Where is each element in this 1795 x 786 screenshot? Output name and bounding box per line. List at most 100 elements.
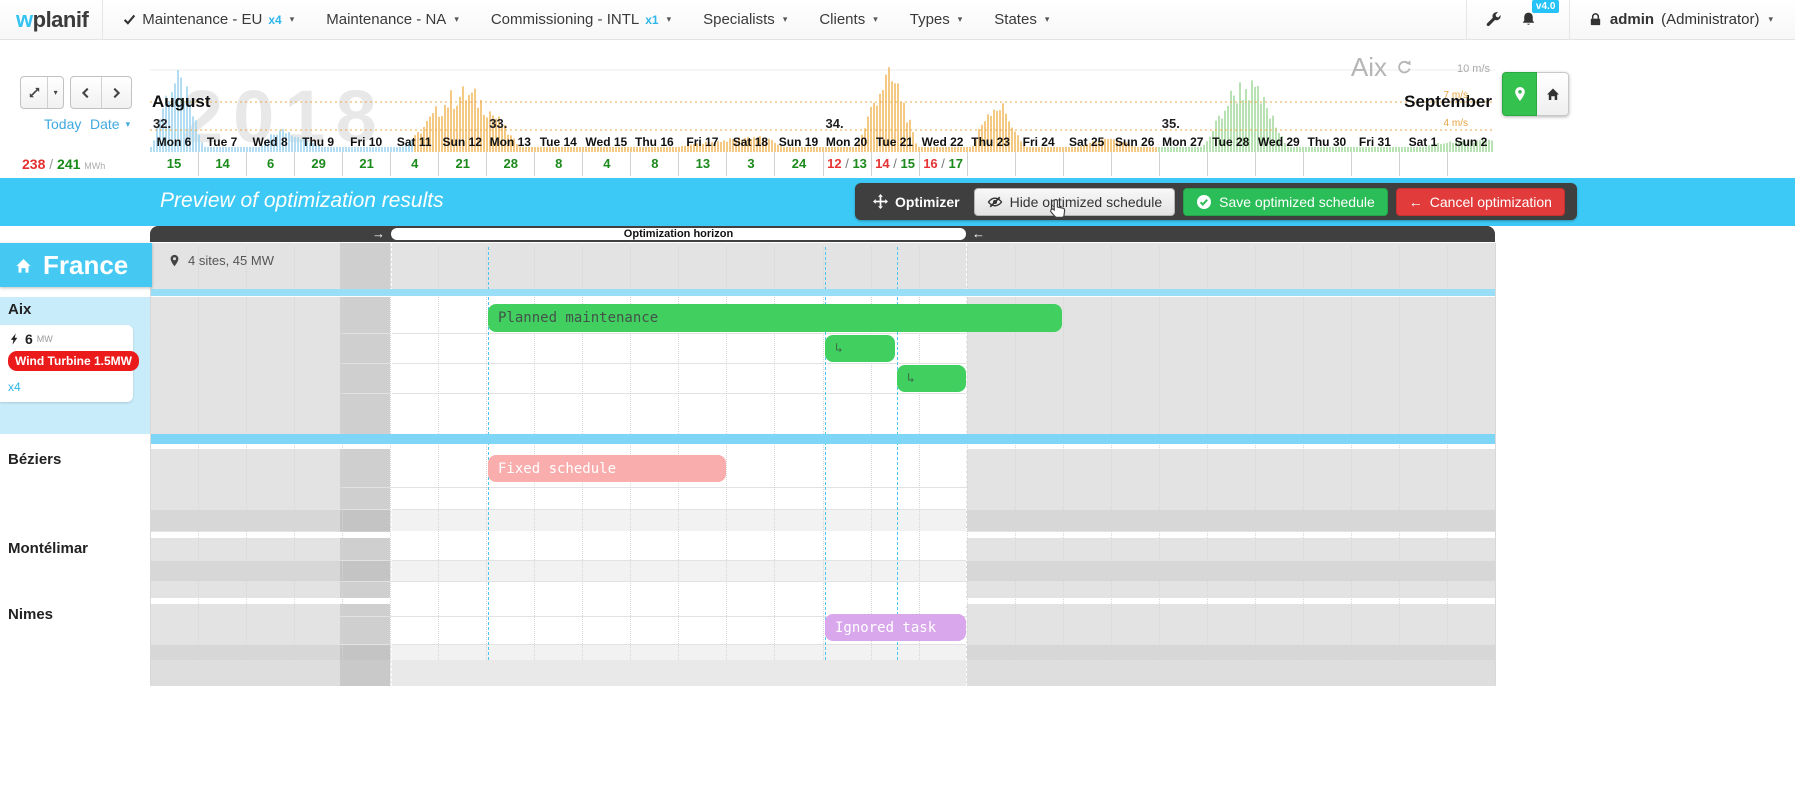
optimization-horizon-range[interactable]: Optimization horizon [391, 228, 966, 240]
grid-day-line [246, 247, 247, 660]
day-value-cell: 4 [390, 152, 438, 176]
grid-day-line [1207, 247, 1208, 660]
refresh-icon[interactable] [1395, 59, 1412, 76]
energy-value: 4 [603, 156, 610, 171]
day-value-cell [1447, 152, 1495, 176]
turbine-type-badge[interactable]: Wind Turbine 1.5MW [8, 351, 139, 371]
chevron-down-icon: ▾ [958, 14, 963, 25]
task-bar-fixed[interactable]: Fixed schedule [488, 455, 726, 482]
wind-threshold-label-7: 7 m/s [1444, 90, 1468, 101]
day-label: Thu 16 [630, 133, 678, 151]
map-view-button[interactable] [1502, 72, 1537, 116]
home-icon [1545, 86, 1561, 102]
nav-item-label: Clients [819, 11, 865, 28]
task-bar-planned[interactable]: Planned maintenance [488, 304, 1062, 332]
diagonal-expand-icon [27, 85, 42, 100]
country-group-header[interactable]: France [0, 243, 152, 287]
chevron-down-icon: ▾ [126, 119, 131, 130]
energy-value: 24 [792, 156, 806, 171]
notifications-button[interactable]: v4.0 [1520, 11, 1537, 28]
site-label-beziers[interactable]: Béziers [8, 451, 61, 468]
optimizer-toolbar: Optimizer Hide optimized schedule Save o… [855, 183, 1577, 220]
cancel-optimization-button[interactable]: ← Cancel optimization [1396, 188, 1565, 216]
user-menu[interactable]: admin (Administrator) ▾ [1588, 11, 1773, 28]
site-power: 6 MW [8, 331, 53, 347]
next-period-button[interactable] [101, 77, 132, 108]
grid-day-line [1159, 247, 1160, 660]
lost-energy-value: 12 [827, 156, 841, 171]
nav-item-states[interactable]: States▾ [994, 11, 1049, 28]
day-label: Sat 25 [1063, 133, 1111, 151]
expand-range-button[interactable] [21, 77, 47, 108]
site-label-montelimar[interactable]: Montélimar [8, 540, 88, 557]
settings-wrench-button[interactable] [1485, 11, 1502, 28]
chevron-down-icon: ▾ [783, 14, 788, 25]
nav-item-label: States [994, 11, 1037, 28]
previous-period-button[interactable] [71, 77, 101, 108]
site-separator-band [150, 434, 1495, 444]
grid-day-line [1111, 247, 1112, 660]
arrow-right-icon[interactable]: → [372, 226, 385, 242]
chevron-right-icon [109, 86, 123, 100]
day-label: Sat 1 [1399, 133, 1447, 151]
hide-label: Hide optimized schedule [1010, 194, 1163, 210]
hide-optimized-schedule-button[interactable]: Hide optimized schedule [974, 188, 1176, 216]
task-bar-planned-sub[interactable]: ↳ [825, 335, 895, 362]
value-separator: / [938, 156, 949, 171]
day-label: Sun 26 [1111, 133, 1159, 151]
app-logo[interactable]: wplanif [16, 7, 88, 33]
home-view-button[interactable] [1537, 72, 1569, 116]
day-value-cell [1063, 152, 1111, 176]
save-optimized-schedule-button[interactable]: Save optimized schedule [1183, 188, 1388, 216]
map-pin-icon [1512, 86, 1528, 102]
energy-target: 241 [57, 156, 80, 172]
lost-energy-value: 16 [923, 156, 937, 171]
lock-icon [1588, 12, 1603, 27]
week-number: 32. [153, 116, 171, 131]
sidebar-divider [150, 243, 151, 686]
grid-day-line [1255, 247, 1256, 660]
active-site-title: Aix [1351, 52, 1412, 83]
value-separator: / [842, 156, 853, 171]
site-title-text: Aix [1351, 52, 1387, 83]
day-label: Sun 12 [438, 133, 486, 151]
energy-summary: 238 / 241 MWh [22, 156, 105, 172]
energy-actual: 238 [22, 156, 45, 172]
site-label-nimes[interactable]: Nimes [8, 606, 53, 623]
nav-menu: Maintenance - EUx4▾ Maintenance - NA▾ Comm… [123, 11, 1081, 28]
day-label: Fri 24 [1015, 133, 1063, 151]
user-name: admin [1610, 11, 1654, 28]
nav-item-commissioning-intl[interactable]: Commissioning - INTLx1▾ [491, 11, 671, 28]
nav-item-maintenance-na[interactable]: Maintenance - NA▾ [326, 11, 459, 28]
country-name: France [43, 250, 128, 281]
day-value-cell: 3 [726, 152, 774, 176]
task-bar-ignored[interactable]: Ignored task [825, 614, 966, 641]
task-bar-planned-sub[interactable]: ↳ [897, 365, 966, 392]
nav-item-clients[interactable]: Clients ▾ [819, 11, 877, 28]
home-icon [14, 256, 33, 275]
logo-rest: planif [33, 7, 89, 32]
arrow-left-icon[interactable]: ← [972, 226, 985, 242]
chevron-down-icon: ▾ [54, 88, 58, 97]
current-wind-speed: 10 m/s [1457, 63, 1490, 75]
range-dropdown-button[interactable]: ▾ [47, 77, 63, 108]
nav-item-types[interactable]: Types▾ [910, 11, 963, 28]
nav-item-specialists[interactable]: Specialists ▾ [703, 11, 787, 28]
grid-section-background [150, 660, 1495, 686]
site-separator-band [150, 289, 1495, 296]
site-label-aix[interactable]: Aix [8, 301, 31, 318]
week-number: 35. [1162, 116, 1180, 131]
turbine-count[interactable]: x4 [8, 380, 21, 394]
today-link[interactable]: Today [44, 116, 81, 132]
day-value-cell: 6 [246, 152, 294, 176]
grid-day-line [438, 247, 439, 660]
day-label: Tue 21 [871, 133, 919, 151]
nav-item-label: Specialists [703, 11, 775, 28]
optimizer-menu-button[interactable]: Optimizer [867, 188, 966, 216]
nav-item-maintenance-eu[interactable]: Maintenance - EUx4▾ [123, 11, 294, 28]
day-value-cell [1207, 152, 1255, 176]
nav-item-label: Commissioning - INTL [491, 11, 639, 28]
date-dropdown[interactable]: Date ▾ [90, 116, 130, 132]
chevron-down-icon: ▾ [873, 14, 878, 25]
grid-day-line [1447, 247, 1448, 660]
